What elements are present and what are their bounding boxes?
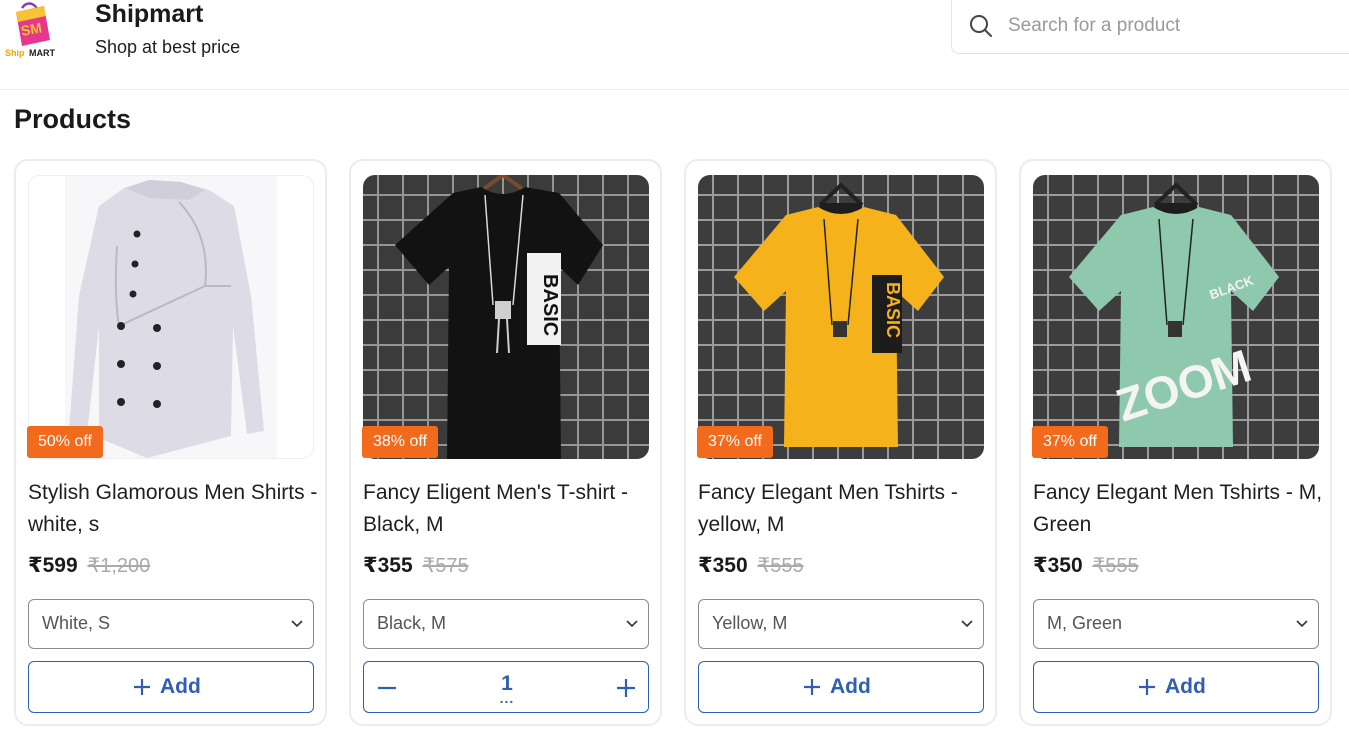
discount-badge: 37% off	[1032, 426, 1108, 458]
product-card: 50% off Stylish Glamorous Men Shirts - w…	[14, 159, 327, 726]
svg-text:BASIC: BASIC	[883, 282, 903, 338]
search-input[interactable]	[1008, 10, 1348, 42]
svg-text:Ship: Ship	[5, 48, 25, 58]
search-box[interactable]	[951, 0, 1349, 54]
plus-icon[interactable]	[616, 678, 636, 698]
chevron-down-icon	[961, 620, 973, 628]
price: ₹599	[28, 554, 78, 577]
add-button[interactable]: Add	[28, 661, 314, 713]
product-title[interactable]: Fancy Elegant Men Tshirts - M, Green	[1033, 477, 1323, 541]
original-price: ₹555	[757, 555, 804, 577]
plus-icon	[804, 679, 820, 695]
quantity-stepper[interactable]: 1 ...	[363, 661, 649, 713]
product-title[interactable]: Stylish Glamorous Men Shirts - white, s	[28, 477, 318, 541]
chevron-down-icon	[291, 620, 303, 628]
variant-select[interactable]: Yellow, M	[698, 599, 984, 649]
chevron-down-icon	[626, 620, 638, 628]
original-price: ₹1,200	[87, 555, 151, 577]
product-card: BASIC 37% off Fancy Elegant Men Tshirts …	[684, 159, 997, 726]
chevron-down-icon	[1296, 620, 1308, 628]
product-card: BASIC 38% off Fancy Eligent Men's T-shir…	[349, 159, 662, 726]
price: ₹355	[363, 554, 413, 577]
add-label: Add	[160, 675, 201, 698]
brand-subtitle: Shop at best price	[95, 37, 241, 57]
quantity-loading-dots: ...	[499, 690, 515, 706]
variant-value: White, S	[42, 613, 111, 633]
header: SM Ship MART Shipmart Shop at best price	[0, 0, 1349, 90]
original-price: ₹575	[422, 555, 469, 577]
variant-value: Yellow, M	[712, 613, 788, 633]
price-row: ₹355 ₹575	[363, 553, 469, 578]
variant-select[interactable]: M, Green	[1033, 599, 1319, 649]
variant-value: M, Green	[1047, 613, 1123, 633]
variant-select[interactable]: Black, M	[363, 599, 649, 649]
search-icon[interactable]	[968, 13, 994, 39]
product-title[interactable]: Fancy Elegant Men Tshirts - yellow, M	[698, 477, 988, 541]
svg-text:BASIC: BASIC	[539, 274, 561, 336]
section-title: Products	[14, 104, 132, 134]
variant-select[interactable]: White, S	[28, 599, 314, 649]
product-image[interactable]: BASIC	[698, 175, 984, 459]
price-row: ₹350 ₹555	[1033, 553, 1139, 578]
product-image[interactable]: BLACK ZOOM	[1033, 175, 1319, 459]
add-button[interactable]: Add	[1033, 661, 1319, 713]
svg-text:MART: MART	[29, 48, 55, 58]
shipmart-logo[interactable]: SM Ship MART	[2, 0, 64, 64]
product-card: BLACK ZOOM 37% off Fancy Elegant Men Tsh…	[1019, 159, 1332, 726]
add-button[interactable]: Add	[698, 661, 984, 713]
brand-title: Shipmart	[95, 0, 204, 28]
discount-badge: 37% off	[697, 426, 773, 458]
discount-badge: 38% off	[362, 426, 438, 458]
add-label: Add	[1165, 675, 1206, 698]
price: ₹350	[1033, 554, 1083, 577]
price: ₹350	[698, 554, 748, 577]
variant-value: Black, M	[377, 613, 447, 633]
original-price: ₹555	[1092, 555, 1139, 577]
add-label: Add	[830, 675, 871, 698]
discount-badge: 50% off	[27, 426, 103, 458]
product-image[interactable]: BASIC	[363, 175, 649, 459]
product-image[interactable]	[28, 175, 314, 459]
plus-icon	[134, 679, 150, 695]
price-row: ₹599 ₹1,200	[28, 553, 150, 578]
plus-icon	[1139, 679, 1155, 695]
price-row: ₹350 ₹555	[698, 553, 804, 578]
product-title[interactable]: Fancy Eligent Men's T-shirt - Black, M	[363, 477, 653, 541]
